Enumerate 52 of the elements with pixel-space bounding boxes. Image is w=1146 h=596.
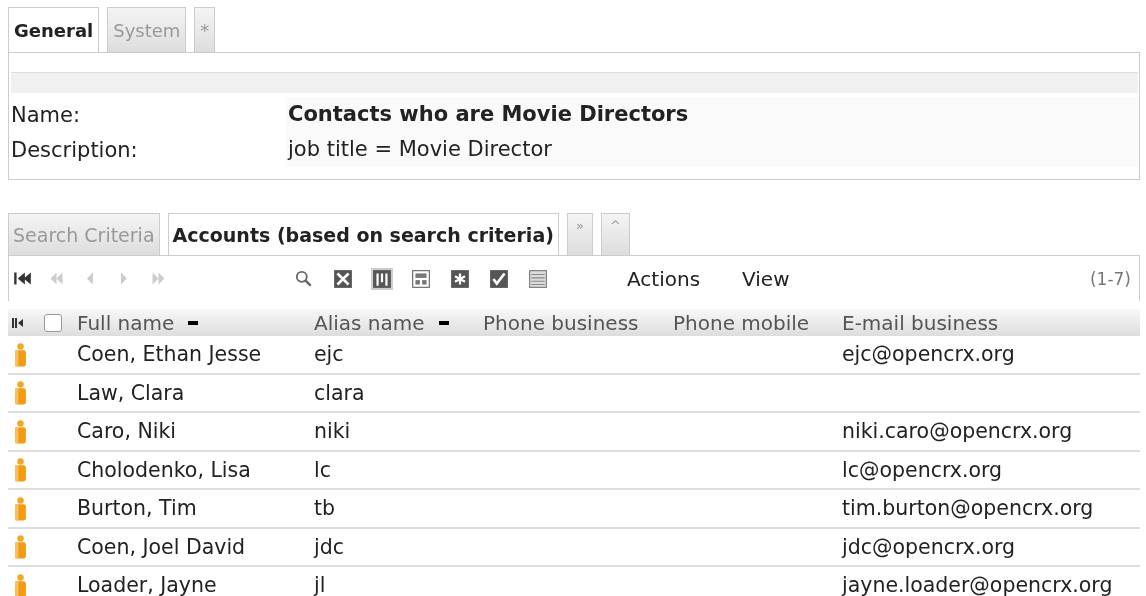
- table-cell: niki.caro@opencrx.org: [842, 419, 1073, 444]
- person-icon[interactable]: [14, 572, 27, 596]
- table-cell: clara: [314, 380, 365, 405]
- table-cell: jdc@opencrx.org: [842, 534, 1016, 559]
- select-all-checkbox[interactable]: [44, 313, 62, 332]
- columns-icon[interactable]: [371, 267, 393, 290]
- checkmark-icon[interactable]: [488, 267, 510, 290]
- table-cell: Coen, Ethan Jesse: [77, 342, 262, 367]
- column-header[interactable]: Full name: [77, 310, 175, 335]
- table-cell: Cholodenko, Lisa: [77, 457, 251, 482]
- person-icon[interactable]: [14, 341, 27, 367]
- table-cell: jl: [314, 573, 326, 596]
- table-cell: niki: [314, 419, 351, 444]
- field-value: job title = Movie Director: [286, 132, 1138, 167]
- person-icon[interactable]: [14, 534, 27, 560]
- person-icon[interactable]: [14, 457, 27, 483]
- field-label: Name:: [11, 102, 82, 127]
- column-header[interactable]: Phone business: [483, 310, 639, 335]
- table-cell: Coen, Joel David: [77, 534, 246, 559]
- table-cell: Loader, Jayne: [77, 573, 217, 596]
- form-icon[interactable]: [410, 267, 432, 290]
- table-cell: Caro, Niki: [77, 419, 177, 444]
- first-icon[interactable]: [13, 270, 32, 287]
- column-header[interactable]: E-mail business: [842, 310, 999, 335]
- column-header[interactable]: Alias name: [314, 310, 425, 335]
- list-icon[interactable]: [527, 267, 549, 290]
- table-cell: Burton, Tim: [77, 496, 197, 521]
- field-value: Contacts who are Movie Directors: [286, 97, 1138, 132]
- column-header[interactable]: Phone mobile: [673, 310, 810, 335]
- menu-button[interactable]: View: [742, 266, 790, 291]
- table-cell: jdc: [314, 534, 344, 559]
- tab[interactable]: General: [8, 7, 100, 52]
- table-cell: lc@opencrx.org: [842, 457, 1003, 482]
- column-toggle-icon[interactable]: [12, 316, 24, 329]
- table-cell: ejc@opencrx.org: [842, 342, 1015, 367]
- cross-box-icon[interactable]: [332, 267, 354, 290]
- table-cell: tim.burton@opencrx.org: [842, 496, 1094, 521]
- table-cell: Law, Clara: [77, 380, 185, 405]
- table-cell: lc: [314, 457, 331, 482]
- sort-icon[interactable]: [438, 320, 449, 325]
- result-count: (1-7): [1089, 268, 1132, 289]
- table-cell: ejc: [314, 342, 344, 367]
- asterisk-icon[interactable]: [449, 267, 471, 290]
- person-icon[interactable]: [14, 495, 27, 521]
- field-label: Description:: [11, 137, 139, 162]
- table-cell: tb: [314, 496, 336, 521]
- menu-button[interactable]: Actions: [627, 266, 701, 291]
- table-cell: jayne.loader@opencrx.org: [842, 573, 1113, 596]
- person-icon[interactable]: [14, 418, 27, 444]
- sort-icon[interactable]: [188, 320, 199, 325]
- person-icon[interactable]: [14, 380, 27, 406]
- tab[interactable]: Accounts (based on search criteria): [167, 213, 559, 255]
